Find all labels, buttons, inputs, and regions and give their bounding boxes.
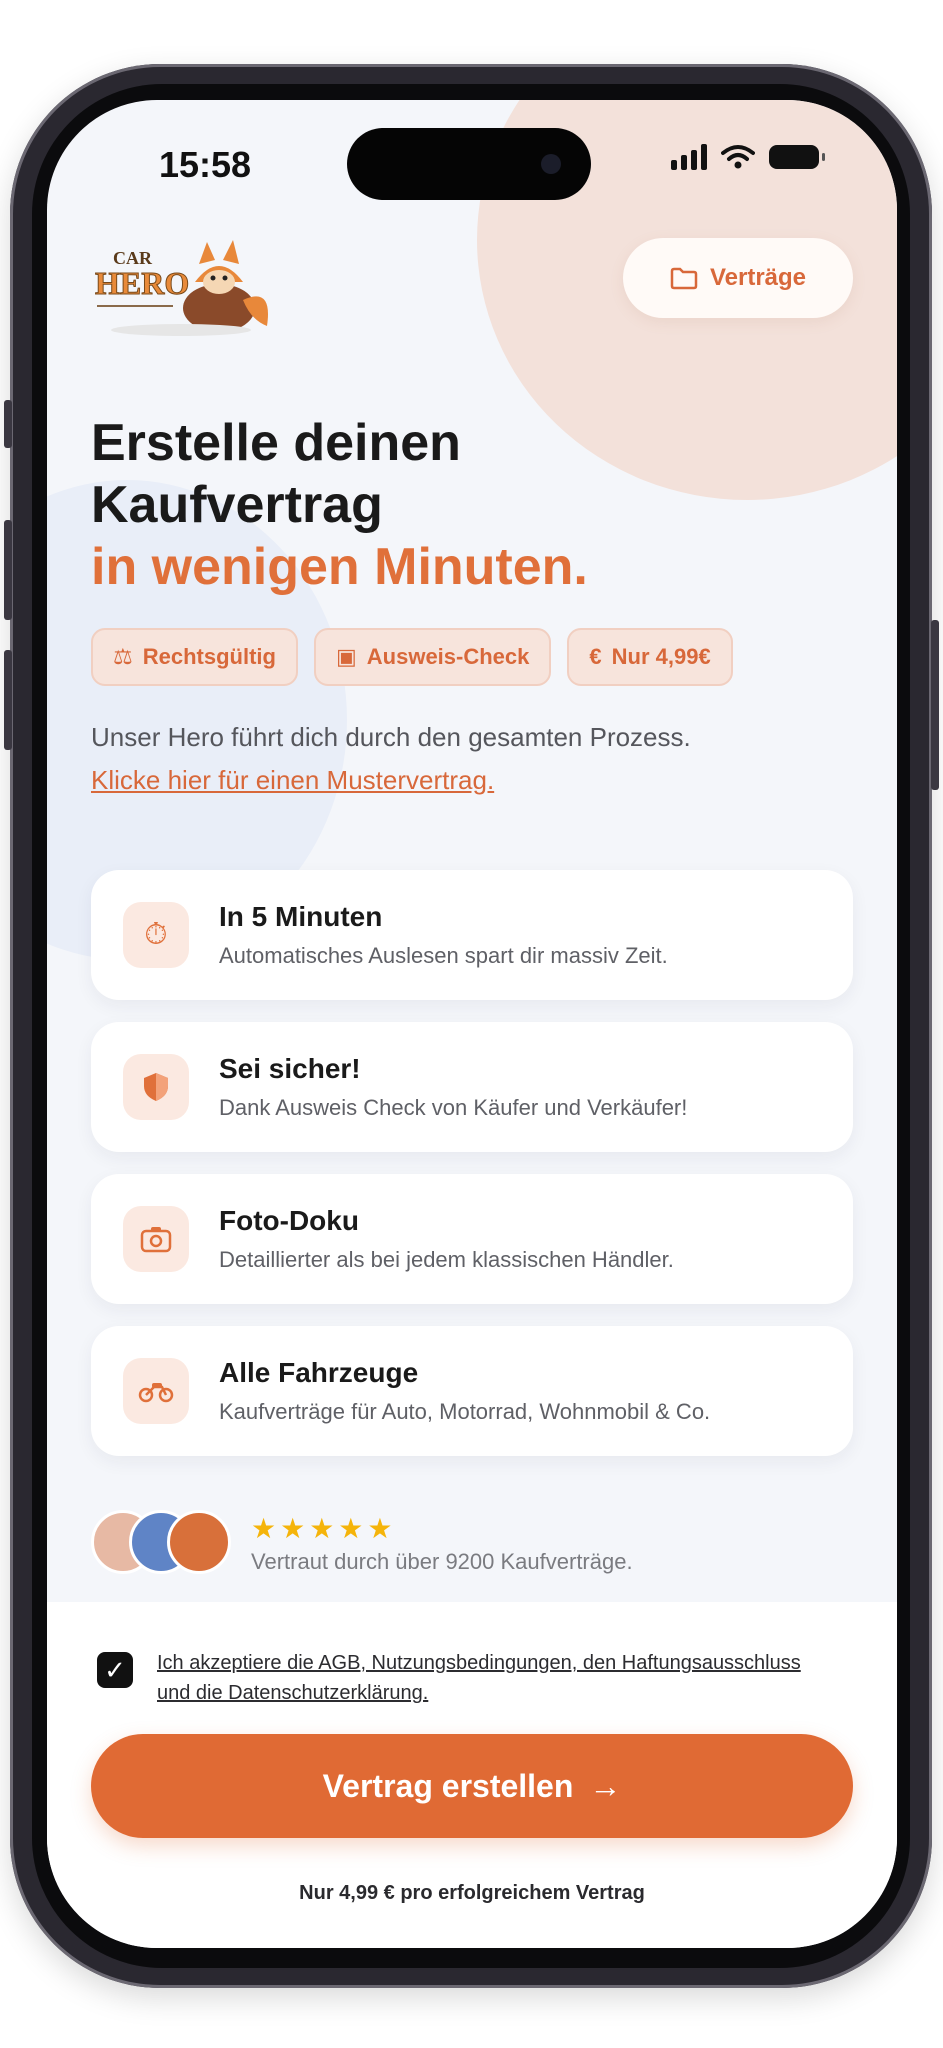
shield-icon [123, 1054, 189, 1120]
feature-card-vehicles: Alle Fahrzeuge Kaufverträge für Auto, Mo… [91, 1326, 853, 1456]
feature-desc: Detaillierter als bei jedem klassischen … [219, 1247, 674, 1272]
avatar [167, 1510, 231, 1574]
stopwatch-icon: ⏱ [123, 902, 189, 968]
intro-text: Unser Hero führt dich durch den gesamten… [91, 722, 691, 752]
arrow-right-icon: → [589, 1767, 622, 1804]
terms-link[interactable]: Ich akzeptiere die AGB, Nutzungsbedingun… [157, 1648, 817, 1708]
feature-title: Foto-Doku [219, 1205, 359, 1236]
feature-title: Sei sicher! [219, 1053, 361, 1084]
chip-rechtsgueltig: ⚖ Rechtsgültig [91, 628, 298, 686]
bottom-panel: ✓ Ich akzeptiere die AGB, Nutzungsbeding… [47, 1602, 897, 1948]
contracts-button-label: Verträge [709, 264, 807, 291]
volume-up-button [4, 520, 12, 620]
sample-contract-link[interactable]: Klicke hier für einen Mustervertrag. [91, 760, 871, 800]
hero-title-line2: Kaufvertrag [91, 476, 383, 534]
app-screen: 15:58 CAR HERO Verträge Erstelle deinen … [47, 100, 897, 1948]
status-time: 15:58 [159, 144, 252, 185]
feature-desc: Kaufverträge für Auto, Motorrad, Wohnmob… [219, 1399, 711, 1424]
folder-icon [670, 267, 698, 290]
contracts-button[interactable]: Verträge [623, 238, 853, 318]
feature-title: In 5 Minuten [219, 901, 383, 932]
hero-title-accent: in wenigen Minuten. [91, 538, 588, 596]
rating-stars: ★★★★★ [251, 1512, 397, 1544]
power-button [931, 620, 939, 790]
avatar-group [91, 1510, 231, 1576]
volume-down-button [4, 650, 12, 750]
chip-label: Ausweis-Check [366, 644, 530, 669]
feature-chips: ⚖ Rechtsgültig ▣ Ausweis-Check € Nur 4,9… [91, 628, 733, 686]
wifi-icon [721, 145, 755, 169]
create-contract-button[interactable]: Vertrag erstellen → [91, 1734, 853, 1838]
carhero-logo: CAR HERO [95, 240, 268, 336]
gavel-icon: ⚖ [113, 644, 133, 669]
feature-title: Alle Fahrzeuge [219, 1357, 419, 1388]
camera-icon [541, 154, 561, 174]
create-contract-button-label: Vertrag erstellen [322, 1767, 574, 1804]
terms-checkbox[interactable]: ✓ [97, 1652, 133, 1688]
chip-price: € Nur 4,99€ [567, 628, 733, 686]
signal-icon [671, 144, 707, 170]
feature-desc: Automatisches Auslesen spart dir massiv … [219, 943, 668, 968]
id-card-icon: ▣ [335, 644, 357, 669]
terms-accept-row: ✓ Ich akzeptiere die AGB, Nutzungsbeding… [97, 1648, 817, 1708]
feature-card-speed: ⏱ In 5 Minuten Automatisches Auslesen sp… [91, 870, 853, 1000]
hero-title-line1: Erstelle deinen [91, 414, 461, 472]
feature-card-photo: Foto-Doku Detaillierter als bei jedem kl… [91, 1174, 853, 1304]
status-bar: 15:58 [47, 100, 897, 220]
feature-card-security: Sei sicher! Dank Ausweis Check von Käufe… [91, 1022, 853, 1152]
action-button [4, 400, 12, 448]
feature-list: ⏱ In 5 Minuten Automatisches Auslesen sp… [91, 870, 853, 1478]
hero-title: Erstelle deinen Kaufvertrag in wenigen M… [91, 412, 871, 598]
motorcycle-icon [123, 1358, 189, 1424]
svg-text:HERO: HERO [95, 265, 189, 301]
trust-text: ★★★★★ Vertraut durch über 9200 Kaufvertr… [251, 1512, 633, 1575]
chip-label: Rechtsgültig [142, 644, 276, 669]
chip-label: Nur 4,99€ [611, 644, 711, 669]
trust-desc: Vertraut durch über 9200 Kaufverträge. [251, 1548, 633, 1574]
status-icons [671, 144, 825, 170]
feature-desc: Dank Ausweis Check von Käufer und Verkäu… [219, 1095, 688, 1120]
camera-icon [123, 1206, 189, 1272]
price-note: Nur 4,99 € pro erfolgreichem Vertrag [299, 1882, 645, 1904]
dynamic-island [347, 128, 591, 200]
intro-section: Unser Hero führt dich durch den gesamten… [91, 714, 871, 800]
trust-section: ★★★★★ Vertraut durch über 9200 Kaufvertr… [91, 1510, 633, 1576]
chip-ausweis-check: ▣ Ausweis-Check [313, 628, 552, 686]
battery-icon [769, 145, 825, 169]
euro-icon: € [589, 644, 602, 669]
